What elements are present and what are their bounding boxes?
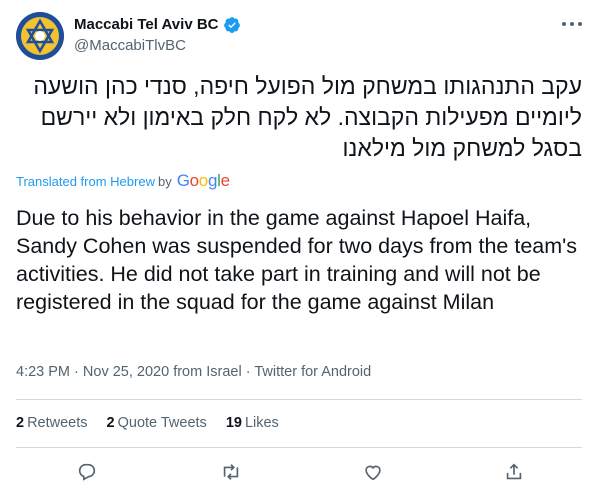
share-icon — [506, 463, 522, 480]
account-display-name[interactable]: Maccabi Tel Aviv BC — [74, 15, 219, 35]
retweets-label: Retweets — [27, 415, 88, 431]
tweet-card: Maccabi Tel Aviv BC @MaccabiTlvBC עקב הת… — [0, 0, 598, 497]
verified-badge-icon — [223, 17, 240, 33]
divider — [16, 399, 582, 400]
account-names: Maccabi Tel Aviv BC @MaccabiTlvBC — [74, 15, 241, 56]
more-options-button[interactable] — [560, 12, 584, 36]
likes-count: 19 — [225, 415, 242, 431]
translated-from-link[interactable]: Translated from Hebrew — [16, 174, 155, 189]
account-handle[interactable]: @MaccabiTlvBC — [74, 36, 241, 56]
quote-tweets-count: 2 — [106, 415, 115, 431]
share-button[interactable] — [501, 459, 527, 485]
likes-stat[interactable]: 19 Likes — [226, 415, 279, 431]
reply-icon — [78, 463, 96, 481]
translation-attribution: Translated from Hebrew by Google — [16, 171, 230, 191]
likes-label: Likes — [244, 415, 279, 431]
tweet-actions — [0, 459, 598, 485]
meta-separator: · — [74, 364, 79, 380]
tweet-stats: 2 Retweets 2 Quote Tweets 19 Likes — [16, 415, 279, 431]
tweet-time[interactable]: 4:23 PM — [16, 364, 70, 380]
divider — [16, 447, 582, 448]
more-dot — [562, 22, 566, 26]
quote-tweets-label: Quote Tweets — [117, 415, 207, 431]
heart-icon — [365, 465, 381, 481]
avatar[interactable] — [16, 12, 64, 60]
account-display-name-container[interactable]: Maccabi Tel Aviv BC — [74, 15, 241, 35]
tweet-meta: 4:23 PM · Nov 25, 2020 from Israel · Twi… — [16, 364, 371, 380]
translated-by-text: by — [157, 173, 172, 189]
like-button[interactable] — [360, 459, 386, 485]
retweets-count: 2 — [16, 415, 25, 431]
retweet-icon — [223, 464, 239, 480]
tweet-date[interactable]: Nov 25, 2020 from Israel — [83, 364, 242, 380]
more-dot — [578, 22, 582, 26]
google-logo: Google — [176, 171, 230, 190]
more-dot — [570, 22, 574, 26]
retweet-button[interactable] — [218, 459, 244, 485]
meta-separator: · — [245, 364, 251, 380]
tweet-text-original: עקב התנהגותו במשחק מול הפועל חיפה, סנדי … — [33, 73, 582, 161]
retweets-stat[interactable]: 2 Retweets — [16, 415, 88, 431]
maccabi-star-logo-icon — [16, 12, 64, 60]
quote-tweets-stat[interactable]: 2 Quote Tweets — [107, 415, 207, 431]
tweet-source[interactable]: Twitter for Android — [254, 364, 371, 380]
tweet-header: Maccabi Tel Aviv BC @MaccabiTlvBC — [16, 12, 584, 60]
tweet-text-translated: Due to his behavior in the game against … — [16, 206, 578, 314]
reply-button[interactable] — [74, 459, 100, 485]
